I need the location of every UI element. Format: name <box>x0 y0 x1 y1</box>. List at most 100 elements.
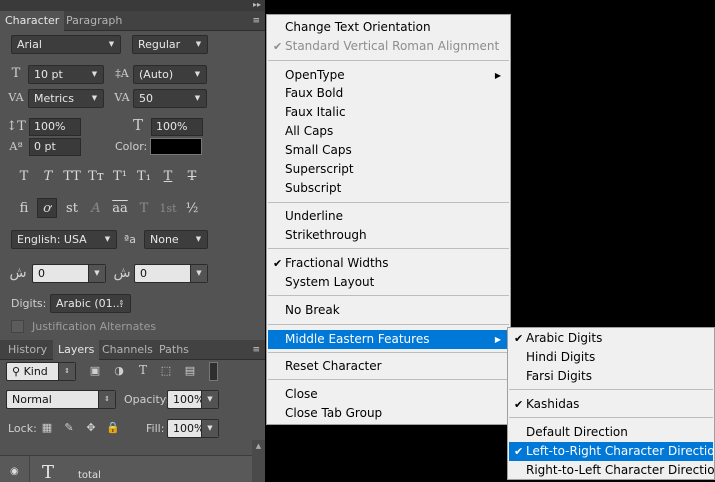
fill-field[interactable]: 100% ▼ <box>167 419 219 438</box>
layers-panel-menu-icon[interactable]: ≡ <box>252 345 259 355</box>
menu-item-close-tab-group[interactable]: Close Tab Group <box>268 404 509 423</box>
filter-toggle-switch[interactable] <box>209 362 218 381</box>
menu-item-default-direction[interactable]: Default Direction <box>509 423 713 442</box>
menu-item-standard-vertical-roman[interactable]: ✔ Standard Vertical Roman Alignment <box>268 37 509 56</box>
lock-image-icon[interactable]: ✎ <box>61 420 77 436</box>
menu-item-rtl-direction[interactable]: Right-to-Left Character Direction <box>509 461 715 480</box>
font-family-dropdown[interactable]: Arial ▼ <box>11 35 121 54</box>
text-color-swatch[interactable] <box>150 138 202 155</box>
subscript-button[interactable]: T₁ <box>134 167 154 187</box>
blend-mode-value: Normal <box>12 393 52 406</box>
kerning-value: Metrics <box>34 92 74 105</box>
diacritic-vertical-field[interactable]: 0 ▼ <box>134 264 208 283</box>
faux-bold-button[interactable]: T <box>14 167 34 187</box>
menu-item-label: Change Text Orientation <box>285 20 431 34</box>
font-family-value: Arial <box>17 38 42 51</box>
tab-character[interactable]: Character <box>0 11 65 31</box>
underline-button[interactable]: T <box>158 167 178 187</box>
layers-scrollbar[interactable]: ▲ <box>252 440 265 482</box>
layer-row[interactable]: ◉ T total <box>0 455 252 482</box>
ligatures-button[interactable]: fi <box>14 199 34 219</box>
menu-item-middle-eastern-features[interactable]: Middle Eastern Features ▶ <box>268 330 509 349</box>
menu-item-underline[interactable]: Underline <box>268 207 509 226</box>
discretionary-ligatures-button[interactable]: st <box>62 199 82 219</box>
menu-item-ltr-direction[interactable]: ✔ Left-to-Right Character Direction <box>509 442 715 461</box>
menu-item-label: Subscript <box>285 181 342 195</box>
language-dropdown[interactable]: English: USA ▼ <box>11 230 117 249</box>
menu-item-hindi-digits[interactable]: Hindi Digits <box>509 348 713 367</box>
faux-italic-button[interactable]: T <box>38 167 58 187</box>
menu-item-kashidas[interactable]: ✔ Kashidas <box>509 395 713 414</box>
superscript-button[interactable]: T¹ <box>110 167 130 187</box>
blend-mode-dropdown[interactable]: Normal ⇕ <box>6 390 116 409</box>
tab-layers[interactable]: Layers <box>53 340 100 360</box>
justification-alternates-checkbox[interactable] <box>11 320 24 333</box>
menu-item-all-caps[interactable]: All Caps <box>268 122 509 141</box>
opacity-field[interactable]: 100% ▼ <box>167 390 219 409</box>
menu-item-subscript[interactable]: Subscript <box>268 179 509 198</box>
menu-item-strikethrough[interactable]: Strikethrough <box>268 226 509 245</box>
font-size-dropdown[interactable]: 10 pt ▼ <box>28 65 104 84</box>
small-caps-button[interactable]: Tт <box>86 167 106 187</box>
menu-item-small-caps[interactable]: Small Caps <box>268 141 509 160</box>
filter-smart-object-icon[interactable]: ▤ <box>181 363 199 379</box>
check-icon: ✔ <box>273 257 283 270</box>
vertical-scale-field[interactable]: 100% <box>29 118 81 136</box>
menu-item-farsi-digits[interactable]: Farsi Digits <box>509 367 713 386</box>
fractions-button[interactable]: ½ <box>182 199 202 219</box>
menu-item-label: System Layout <box>285 275 375 289</box>
stylistic-alternates-button[interactable]: aa <box>110 199 130 219</box>
menu-separator <box>268 324 509 325</box>
strikethrough-button[interactable]: T <box>182 167 202 187</box>
menu-item-arabic-digits[interactable]: ✔ Arabic Digits <box>509 329 713 348</box>
chevron-down-icon: ▼ <box>91 70 98 78</box>
tab-paths[interactable]: Paths <box>154 340 194 360</box>
check-icon: ✔ <box>514 398 524 411</box>
lock-position-icon[interactable]: ✥ <box>83 420 99 436</box>
swash-button[interactable]: A <box>86 199 106 219</box>
menu-item-faux-italic[interactable]: Faux Italic <box>268 103 509 122</box>
menu-item-system-layout[interactable]: System Layout <box>268 273 509 292</box>
layer-name[interactable]: total <box>78 470 101 481</box>
digits-dropdown[interactable]: Arabic (01... ⇕ <box>50 294 131 313</box>
font-style-dropdown[interactable]: Regular ▼ <box>132 35 208 54</box>
baseline-shift-field[interactable]: 0 pt <box>29 138 81 156</box>
menu-item-faux-bold[interactable]: Faux Bold <box>268 84 509 103</box>
collapse-panels-icon[interactable]: ▸▸ <box>253 0 261 10</box>
lock-transparent-icon[interactable]: ▦ <box>39 420 55 436</box>
eye-icon[interactable]: ◉ <box>10 466 19 477</box>
leading-dropdown[interactable]: (Auto) ▼ <box>133 65 207 84</box>
tracking-dropdown[interactable]: 50 ▼ <box>133 89 207 108</box>
filter-pixel-icon[interactable]: ▣ <box>86 363 104 379</box>
filter-shape-icon[interactable]: ⬚ <box>157 363 175 379</box>
menu-item-superscript[interactable]: Superscript <box>268 160 509 179</box>
ordinals-button[interactable]: 1st <box>158 199 178 219</box>
leading-value: (Auto) <box>139 68 174 81</box>
menu-item-change-text-orientation[interactable]: Change Text Orientation <box>268 18 509 37</box>
old-style-button[interactable]: ơ <box>37 198 57 218</box>
menu-item-no-break[interactable]: No Break <box>268 301 509 320</box>
diacritic-horizontal-field[interactable]: 0 ▼ <box>32 264 106 283</box>
menu-item-fractional-widths[interactable]: ✔ Fractional Widths <box>268 254 509 273</box>
menu-item-reset-character[interactable]: Reset Character <box>268 357 509 376</box>
menu-item-opentype[interactable]: OpenType ▶ <box>268 66 509 85</box>
tab-history[interactable]: History <box>3 340 52 360</box>
all-caps-button[interactable]: TT <box>62 167 82 187</box>
anti-alias-dropdown[interactable]: None ▼ <box>144 230 208 249</box>
kerning-dropdown[interactable]: Metrics ▼ <box>28 89 104 108</box>
menu-item-close[interactable]: Close <box>268 385 509 404</box>
horizontal-scale-field[interactable]: 100% <box>151 118 203 136</box>
filter-type-icon[interactable]: T <box>134 362 152 378</box>
layer-filter-dropdown[interactable]: ⚲ Kind ⇕ <box>6 362 76 381</box>
menu-item-label: Small Caps <box>285 143 352 157</box>
chevron-down-icon: ▼ <box>190 265 207 282</box>
titling-alternates-button[interactable]: T <box>134 199 154 219</box>
menu-item-label: Right-to-Left Character Direction <box>526 463 715 477</box>
tab-channels[interactable]: Channels <box>97 340 158 360</box>
scroll-up-icon[interactable]: ▲ <box>252 440 265 452</box>
lock-all-icon[interactable]: 🔒 <box>105 420 121 436</box>
tab-paragraph[interactable]: Paragraph <box>61 11 127 31</box>
panel-menu-icon[interactable]: ≡ <box>252 16 259 26</box>
filter-adjustment-icon[interactable]: ◑ <box>110 363 128 379</box>
diacritic-horizontal-value: 0 <box>38 267 45 280</box>
